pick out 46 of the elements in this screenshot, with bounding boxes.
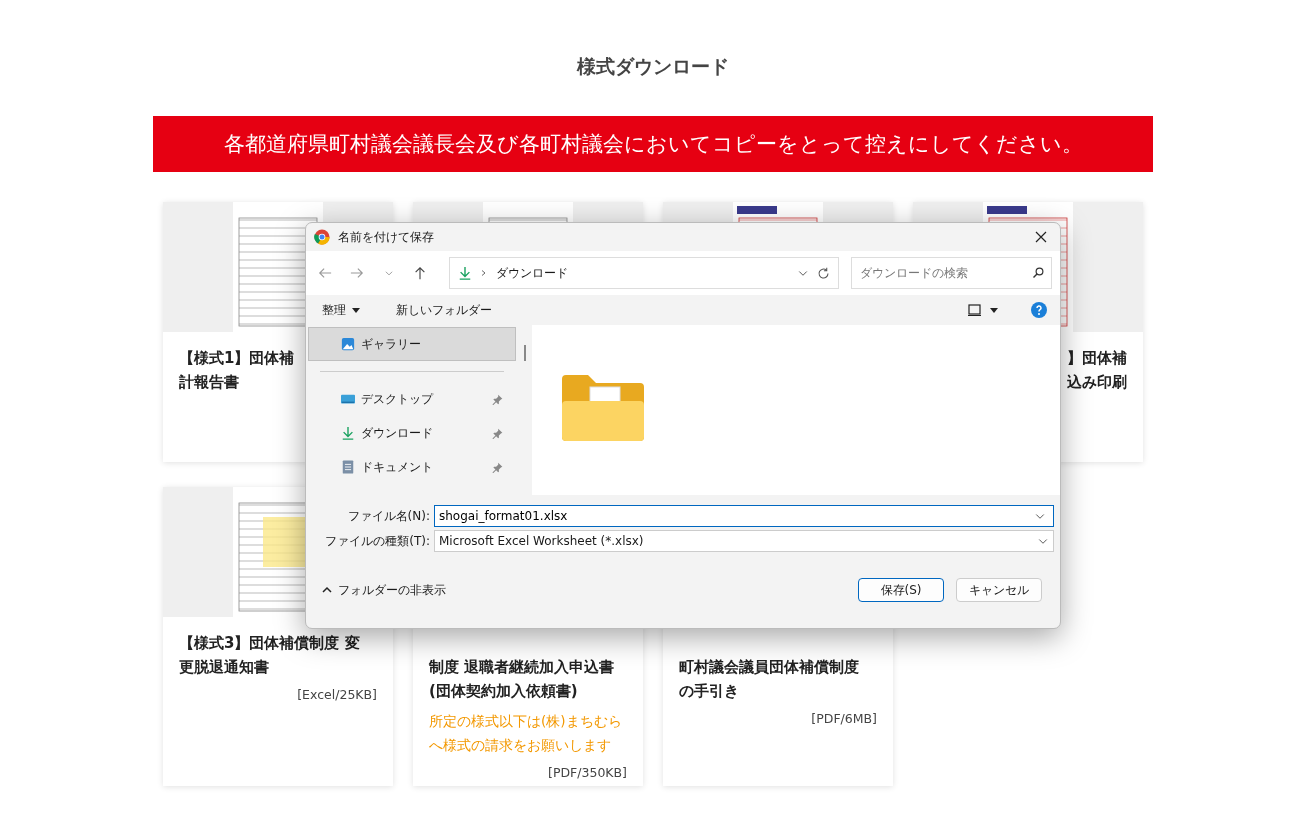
- pin-icon: [492, 461, 503, 473]
- file-type-dropdown[interactable]: Microsoft Excel Worksheet (*.xlsx): [434, 530, 1054, 552]
- chevron-up-icon: [322, 586, 332, 594]
- arrow-left-icon: [317, 266, 332, 280]
- chevron-down-icon: [383, 268, 394, 278]
- save-button[interactable]: 保存(S): [858, 578, 944, 602]
- download-icon: [458, 266, 473, 280]
- search-icon: [1032, 267, 1044, 279]
- card-title: (団体契約加入依頼書): [429, 681, 578, 702]
- close-icon: [1035, 231, 1047, 243]
- folder-icon: [560, 373, 646, 443]
- pin-icon: [492, 393, 503, 405]
- card-title: 【様式3】団体補償制度 変: [179, 633, 360, 654]
- file-size: [PDF/350KB]: [548, 765, 627, 780]
- download-icon: [341, 426, 355, 440]
- help-button[interactable]: [1028, 299, 1050, 321]
- card-title: 】団体補: [1067, 348, 1127, 369]
- card-title: 制度 退職者継続加入申込書: [429, 657, 615, 678]
- search-field[interactable]: ダウンロードの検索: [851, 257, 1052, 289]
- card-note: 所定の様式以下は(株)まちむらへ様式の請求をお願いします: [429, 712, 623, 755]
- caret-down-icon: [352, 307, 360, 313]
- card-title: の手引き: [679, 681, 739, 702]
- file-size: [Excel/25KB]: [297, 687, 377, 702]
- card-title: 【様式1】団体補: [179, 348, 295, 369]
- cancel-button[interactable]: キャンセル: [956, 578, 1042, 602]
- organize-menu[interactable]: 整理: [316, 299, 366, 321]
- card-title: 込み印刷: [1067, 372, 1127, 393]
- nav-item[interactable]: ギャラリー: [308, 327, 516, 361]
- address-bar[interactable]: ダウンロード: [449, 257, 840, 289]
- page-title: 様式ダウンロード: [577, 54, 729, 79]
- document-icon: [341, 460, 355, 474]
- file-name-field[interactable]: shogai_format01.xlsx: [434, 505, 1054, 527]
- gallery-icon: [341, 337, 355, 351]
- arrow-up-icon: [413, 266, 428, 280]
- card-title: 更脱退通知書: [179, 657, 269, 678]
- notice-banner: 各都道府県町村議会議長会及び各町村議会においてコピーをとって控えにしてください。: [153, 116, 1153, 172]
- new-folder-button[interactable]: 新しいフォルダー: [390, 299, 498, 321]
- browser-logo-icon: [314, 229, 330, 245]
- file-size: [PDF/6MB]: [811, 711, 877, 726]
- pin-icon: [492, 427, 503, 439]
- address-path: ダウンロード: [496, 264, 570, 282]
- card-title: 町村議会議員団体補償制度: [679, 657, 859, 678]
- card-title: 計報告書: [179, 372, 239, 393]
- refresh-icon: [817, 266, 831, 280]
- arrow-right-icon: [349, 266, 364, 280]
- desktop-icon: [341, 392, 355, 406]
